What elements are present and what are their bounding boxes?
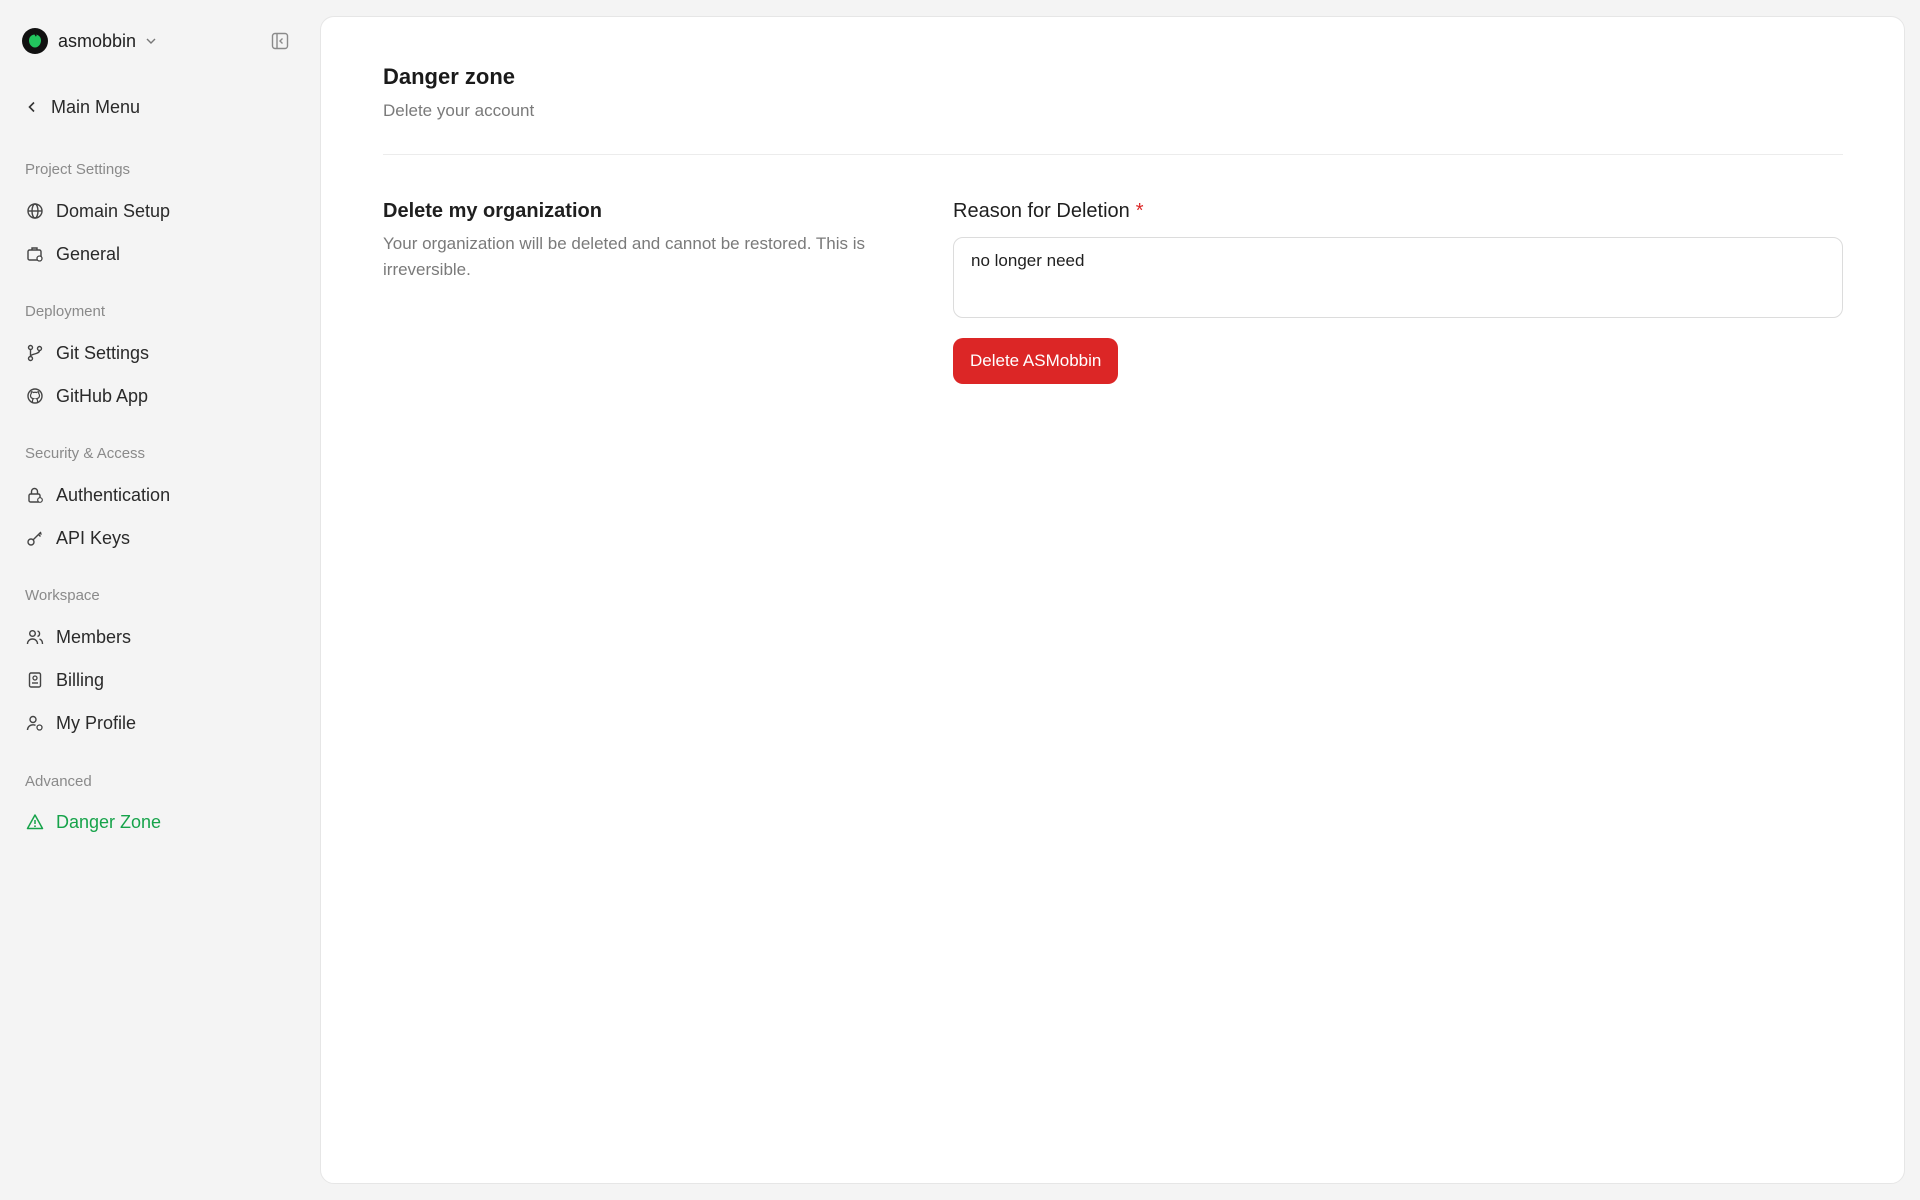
users-icon bbox=[25, 627, 45, 647]
sidebar-item-label: Danger Zone bbox=[56, 811, 162, 832]
main-panel: Danger zone Delete your account Delete m… bbox=[320, 16, 1905, 1184]
reason-label-text: Reason for Deletion bbox=[953, 200, 1130, 222]
sidebar-item-billing[interactable]: Billing bbox=[25, 666, 295, 694]
main-menu-link[interactable]: Main Menu bbox=[25, 94, 140, 120]
sidebar-item-label: Billing bbox=[56, 669, 105, 690]
sidebar-item-label: My Profile bbox=[56, 712, 137, 733]
app: asmobbin Main Menu Project Settings Doma… bbox=[0, 0, 1920, 1200]
sidebar-item-members[interactable]: Members bbox=[25, 623, 295, 651]
sidebar-item-label: API Keys bbox=[56, 527, 131, 548]
divider bbox=[383, 154, 1843, 155]
section-title-advanced: Advanced bbox=[25, 773, 92, 790]
leaf-logo-icon bbox=[29, 33, 41, 48]
sidebar-collapse-icon bbox=[271, 32, 289, 50]
reason-input[interactable]: no longer need bbox=[953, 237, 1843, 318]
sidebar-item-label: Domain Setup bbox=[56, 200, 171, 221]
section-title-workspace: Workspace bbox=[25, 587, 100, 604]
chevron-down-icon bbox=[144, 34, 158, 48]
warning-triangle-icon bbox=[25, 812, 45, 832]
lock-icon bbox=[25, 485, 45, 505]
page-title: Danger zone bbox=[383, 64, 516, 89]
sidebar-item-domain-setup[interactable]: Domain Setup bbox=[25, 197, 295, 225]
chevron-left-icon bbox=[25, 100, 39, 114]
github-icon bbox=[25, 386, 45, 406]
org-name: asmobbin bbox=[58, 30, 137, 51]
sidebar-item-label: Git Settings bbox=[56, 342, 150, 363]
reason-label: Reason for Deletion * bbox=[953, 200, 1144, 223]
sidebar-item-label: General bbox=[56, 243, 121, 264]
required-mark: * bbox=[1135, 200, 1144, 222]
sidebar-item-api-keys[interactable]: API Keys bbox=[25, 524, 295, 552]
sidebar-item-label: Members bbox=[56, 626, 132, 647]
sidebar-item-general[interactable]: General bbox=[25, 240, 295, 268]
globe-icon bbox=[25, 201, 45, 221]
receipt-icon bbox=[25, 670, 45, 690]
delete-organization-button[interactable]: Delete ASMobbin bbox=[953, 338, 1119, 384]
sidebar-item-github-app[interactable]: GitHub App bbox=[25, 382, 295, 410]
section-description: Your organization will be deleted and ca… bbox=[383, 234, 865, 279]
main-menu-label: Main Menu bbox=[51, 96, 141, 117]
key-icon bbox=[25, 528, 45, 548]
briefcase-gear-icon bbox=[25, 244, 45, 264]
section-title-project-settings: Project Settings bbox=[25, 161, 131, 178]
sidebar: asmobbin Main Menu Project Settings Doma… bbox=[0, 0, 320, 1200]
git-branch-icon bbox=[25, 343, 45, 363]
section-title-deployment: Deployment bbox=[25, 303, 106, 320]
page-subtitle: Delete your account bbox=[383, 101, 535, 120]
section-heading: Delete my organization bbox=[383, 200, 602, 222]
org-avatar bbox=[22, 28, 48, 54]
user-gear-icon bbox=[25, 713, 45, 733]
sidebar-item-danger-zone[interactable]: Danger Zone bbox=[25, 808, 295, 836]
collapse-sidebar-button[interactable] bbox=[270, 31, 290, 51]
org-switcher[interactable]: asmobbin bbox=[22, 26, 292, 56]
sidebar-item-label: GitHub App bbox=[56, 385, 149, 406]
sidebar-item-label: Authentication bbox=[56, 484, 171, 505]
sidebar-item-authentication[interactable]: Authentication bbox=[25, 481, 295, 509]
section-title-security-access: Security & Access bbox=[25, 445, 146, 462]
sidebar-item-git-settings[interactable]: Git Settings bbox=[25, 339, 295, 367]
sidebar-item-my-profile[interactable]: My Profile bbox=[25, 709, 295, 737]
